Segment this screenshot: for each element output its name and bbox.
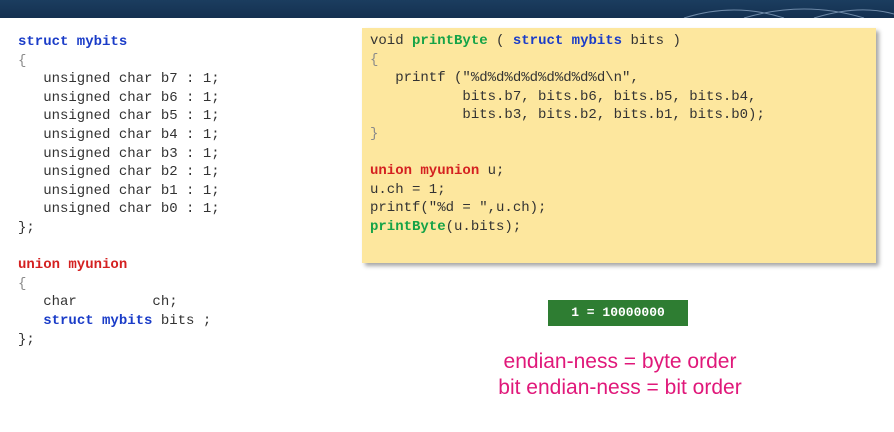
struct-mybits-header: struct mybits: [18, 34, 128, 50]
printbyte-call: printByte: [370, 218, 446, 235]
open-brace: {: [18, 52, 27, 69]
param-bits: bits ): [622, 33, 681, 49]
printbyte-code-box: void printByte ( struct mybits bits ) { …: [362, 28, 876, 263]
decorative-swirl-icon: [683, 8, 894, 18]
struct-mybits-keyword: struct mybits: [512, 33, 623, 49]
var-u: u;: [479, 163, 505, 180]
bitfield-b6: unsigned char b6 : 1;: [18, 89, 220, 106]
close-brace: }: [370, 125, 379, 142]
printf-args-line-2: bits.b3, bits.b2, bits.b1, bits.b0);: [370, 107, 765, 124]
printf-format-line: printf ("%d%d%d%d%d%d%d%d\n",: [370, 70, 639, 87]
struct-mybits-keyword: struct mybits: [43, 312, 153, 329]
mybits-union-definition: struct mybits { unsigned char b7 : 1; un…: [18, 33, 220, 349]
union-myunion-header: union myunion: [18, 257, 128, 274]
printbyte-function-name: printByte: [412, 33, 488, 49]
union-myunion-keyword: union myunion: [370, 163, 480, 180]
paren-open: (: [487, 33, 513, 49]
note-bit-order: bit endian-ness = bit order: [498, 376, 742, 399]
printf-args-line-1: bits.b7, bits.b6, bits.b5, bits.b4,: [370, 88, 757, 105]
assign-ch: u.ch = 1;: [370, 181, 446, 198]
void-keyword: void: [370, 33, 413, 49]
close-brace: };: [18, 219, 35, 236]
member-bits: bits ;: [152, 312, 212, 329]
member-ch: char ch;: [18, 294, 178, 311]
printf-ch-line: printf("%d = ",u.ch);: [370, 200, 547, 217]
open-brace: {: [370, 51, 379, 68]
bitfield-b7: unsigned char b7 : 1;: [18, 71, 220, 88]
program-output-badge: 1 = 10000000: [548, 300, 688, 326]
bitfield-b2: unsigned char b2 : 1;: [18, 164, 220, 181]
bitfield-b1: unsigned char b1 : 1;: [18, 182, 220, 199]
printbyte-call-args: (u.bits);: [445, 218, 522, 235]
note-byte-order: endian-ness = byte order: [503, 350, 737, 373]
bitfield-b0: unsigned char b0 : 1;: [18, 201, 220, 218]
bitfield-b4: unsigned char b4 : 1;: [18, 126, 220, 143]
top-bar: [0, 0, 894, 18]
printbyte-code: void printByte ( struct mybits bits ) { …: [370, 32, 868, 237]
close-brace: };: [18, 331, 35, 348]
open-brace: {: [18, 275, 27, 292]
bitfield-b3: unsigned char b3 : 1;: [18, 145, 220, 162]
bitfield-b5: unsigned char b5 : 1;: [18, 108, 220, 125]
